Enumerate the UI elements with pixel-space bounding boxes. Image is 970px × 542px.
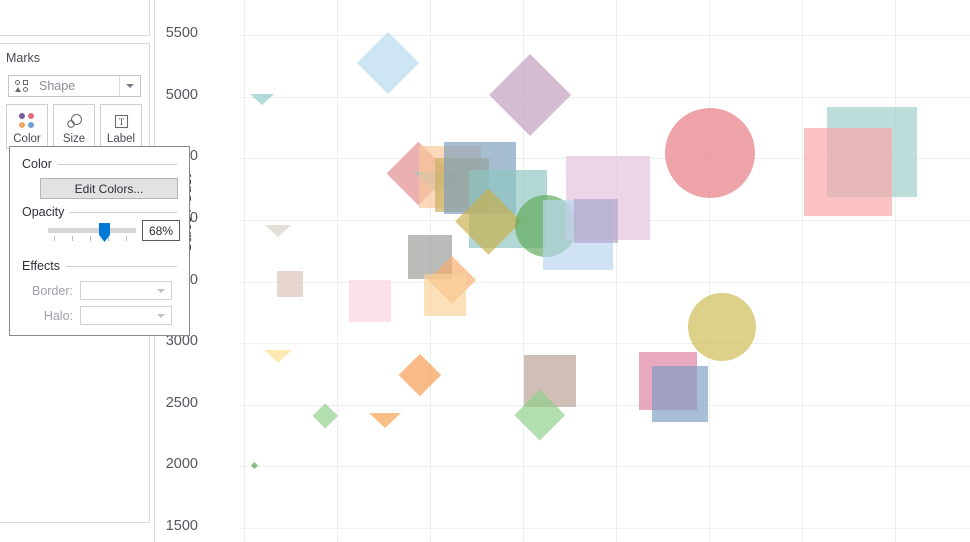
y-tick-label: 5500 [165,25,198,41]
label-button-label: Label [106,133,136,145]
edit-colors-button[interactable]: Edit Colors... [40,178,178,199]
opacity-section-title: Opacity [22,205,65,219]
chart-mark[interactable] [804,127,892,216]
gridline-vertical [337,0,338,542]
plot-canvas[interactable] [240,0,970,542]
opacity-section-header: Opacity [22,205,177,219]
label-button[interactable]: T Label [100,104,142,149]
chart-mark[interactable] [349,280,391,323]
gridline-vertical [244,0,245,542]
border-label: Border: [32,283,73,298]
chart-mark[interactable] [574,199,618,244]
chart-mark[interactable] [424,274,466,317]
chart-mark[interactable] [688,293,756,362]
chart-mark[interactable] [264,224,291,237]
y-tick-label: 2500 [165,394,198,411]
chart-mark[interactable] [488,54,572,137]
gridline-vertical [802,0,803,542]
marks-side-panel: Marks Shape Color Size T Label Color Edi… [0,0,190,542]
label-t-icon: T [113,110,130,132]
effects-section-header: Effects [22,259,177,273]
chart-mark[interactable] [277,270,303,297]
border-dropdown[interactable] [80,281,172,300]
marks-card-title: Marks [6,51,41,65]
opacity-slider-track[interactable] [48,228,136,233]
section-divider [70,211,177,213]
chart-mark[interactable] [652,365,708,422]
chart-mark[interactable] [398,353,442,396]
chart-mark[interactable] [356,31,420,94]
app-root: Marks Shape Color Size T Label Color Edi… [0,0,970,542]
chart-mark[interactable] [263,349,292,363]
gridline-horizontal [240,404,970,406]
color-button[interactable]: Color [6,104,48,149]
color-button-label: Color [13,133,41,145]
opacity-slider-ticks [48,236,136,242]
section-divider [57,163,177,165]
chevron-down-icon [157,313,165,318]
gridline-vertical [895,0,896,542]
svg-text:T: T [118,117,124,127]
gridline-horizontal [240,528,970,529]
chart-mark[interactable] [311,402,339,429]
color-popup: Color Edit Colors... Opacity 68% Effects [9,146,190,336]
chart-area: Sales / Cust 550050004500400035003000250… [156,0,970,542]
chart-mark[interactable] [665,107,755,198]
border-row: Border: [22,281,182,300]
gridline-horizontal [240,343,970,345]
chart-mark[interactable] [250,462,258,470]
color-section-title: Color [22,157,52,171]
color-dots-icon [18,110,36,132]
effects-section-title: Effects [22,259,60,273]
y-tick-label: 5000 [165,86,198,103]
gridline-vertical [709,0,710,542]
color-section-header: Color [22,157,177,171]
marks-button-row: Color Size T Label [6,104,142,149]
panel-card-above-marks [0,0,150,36]
halo-row: Halo: [22,306,182,325]
chevron-down-icon[interactable] [119,76,140,96]
shape-glyph-icon [13,77,35,95]
halo-dropdown[interactable] [80,306,172,325]
chevron-down-icon [157,288,165,293]
halo-label: Halo: [43,308,73,323]
chart-mark[interactable] [368,413,401,429]
size-button[interactable]: Size [53,104,95,149]
size-circles-icon [64,110,84,132]
shape-dropdown-label: Shape [39,79,76,93]
gridline-horizontal [240,35,970,36]
section-divider [65,265,177,267]
opacity-value-field[interactable]: 68% [142,220,180,241]
chart-mark[interactable] [249,93,274,105]
gridline-horizontal [240,466,970,468]
shape-dropdown[interactable]: Shape [8,75,141,97]
gridline-horizontal [240,96,970,98]
opacity-slider[interactable] [48,223,136,243]
gridline-vertical [616,0,617,542]
y-tick-label: 1500 [165,518,198,534]
y-tick-label: 2000 [165,456,198,473]
size-button-label: Size [62,133,86,145]
